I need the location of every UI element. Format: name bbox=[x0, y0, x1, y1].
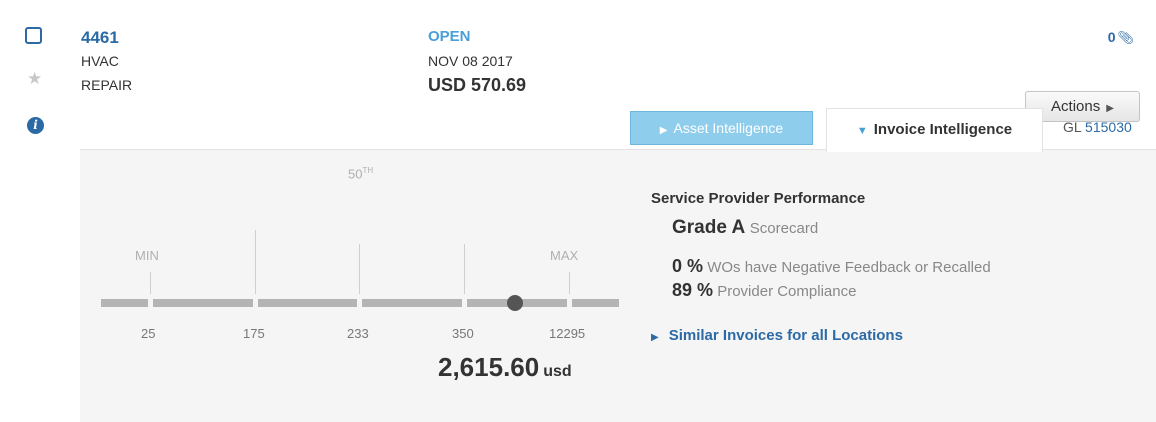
max-label: MAX bbox=[550, 248, 579, 263]
grade-value: Grade A bbox=[672, 217, 745, 238]
tab-asset-intelligence[interactable]: ▶ Asset Intelligence bbox=[630, 111, 813, 145]
star-icon[interactable]: ★ bbox=[27, 70, 42, 87]
tick-line bbox=[464, 244, 465, 294]
tick-label: 12295 bbox=[549, 326, 586, 341]
tick-line bbox=[359, 244, 360, 294]
work-order-category: REPAIR bbox=[81, 77, 133, 93]
gl-code: GL 515030 bbox=[1063, 119, 1132, 135]
tick-label: 233 bbox=[347, 326, 369, 341]
work-order-date: NOV 08 2017 bbox=[428, 53, 513, 69]
provider-performance-title: Service Provider Performance bbox=[651, 190, 866, 207]
current-amount-unit: usd bbox=[543, 363, 572, 380]
tick-label: 175 bbox=[243, 326, 265, 341]
current-value-marker bbox=[507, 295, 523, 311]
actions-label: Actions bbox=[1051, 98, 1101, 115]
work-order-number[interactable]: 4461 bbox=[81, 28, 119, 48]
range-bar-segment bbox=[153, 299, 253, 307]
provider-grade: Grade A Scorecard bbox=[672, 217, 818, 239]
grade-suffix: Scorecard bbox=[749, 220, 819, 237]
range-bar-segment bbox=[101, 299, 148, 307]
triangle-right-icon: ▶ bbox=[659, 125, 668, 136]
status-label: OPEN bbox=[428, 28, 471, 45]
similar-invoices-label: Similar Invoices for all Locations bbox=[668, 327, 903, 344]
negative-feedback-text: WOs have Negative Feedback or Recalled bbox=[707, 259, 991, 276]
min-label: MIN bbox=[135, 248, 159, 263]
triangle-down-icon: ▼ bbox=[856, 125, 868, 137]
paperclip-icon: 📎︎ bbox=[1117, 30, 1134, 45]
tick-line bbox=[255, 230, 256, 294]
tab-invoice-label: Invoice Intelligence bbox=[873, 121, 1013, 138]
current-amount: 2,615.60 usd bbox=[438, 352, 572, 383]
percentile-value: 50 bbox=[348, 166, 363, 182]
current-amount-value: 2,615.60 bbox=[438, 352, 540, 382]
compliance-stat: 89 % Provider Compliance bbox=[672, 280, 856, 301]
gl-prefix: GL bbox=[1063, 119, 1082, 135]
invoice-intelligence-panel bbox=[80, 149, 1156, 422]
tab-invoice-intelligence[interactable]: ▼ Invoice Intelligence bbox=[826, 108, 1043, 152]
negative-feedback-stat: 0 % WOs have Negative Feedback or Recall… bbox=[672, 256, 991, 277]
negative-feedback-pct: 0 % bbox=[672, 256, 704, 276]
range-bar-segment bbox=[258, 299, 357, 307]
compliance-text: Provider Compliance bbox=[717, 283, 857, 300]
tick-label: 350 bbox=[452, 326, 474, 341]
percentile-label: 50TH bbox=[348, 166, 373, 181]
attachments-count: 0 bbox=[1107, 29, 1116, 45]
tick-label: 25 bbox=[141, 326, 156, 341]
compliance-pct: 89 % bbox=[672, 280, 714, 300]
select-checkbox[interactable] bbox=[25, 27, 42, 44]
attachments-link[interactable]: 0 📎︎ bbox=[1108, 29, 1134, 46]
work-order-trade: HVAC bbox=[81, 53, 119, 69]
invoice-amount: USD 570.69 bbox=[428, 75, 527, 95]
gl-number: 515030 bbox=[1085, 119, 1132, 135]
range-bar-segment bbox=[572, 299, 619, 307]
tick-line bbox=[150, 272, 151, 294]
triangle-right-icon: ▶ bbox=[651, 332, 659, 343]
percentile-suffix: TH bbox=[362, 166, 374, 175]
tab-asset-label: Asset Intelligence bbox=[673, 120, 784, 136]
tick-line bbox=[569, 272, 570, 294]
similar-invoices-link[interactable]: ▶ Similar Invoices for all Locations bbox=[651, 327, 903, 344]
range-bar-segment bbox=[362, 299, 462, 307]
info-icon[interactable]: i bbox=[27, 117, 44, 134]
caret-right-icon: ▶ bbox=[1106, 103, 1114, 114]
